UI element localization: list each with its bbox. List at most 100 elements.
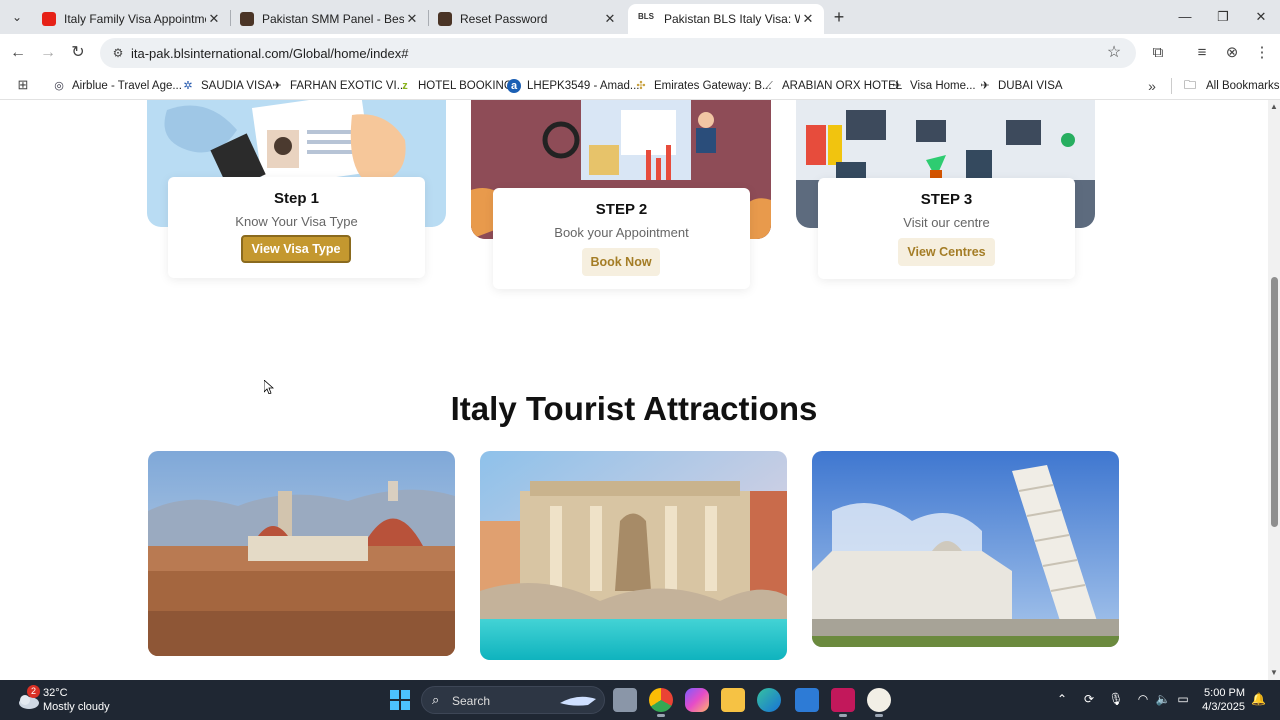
step3-description: Visit our centre [903,215,990,230]
windows-taskbar: 2 32°C Mostly cloudy ⌕ Search ⌃ ⟳ 🎙 ◠ 🔈 … [0,680,1280,720]
scrollbar-thumb[interactable] [1271,277,1278,527]
weather-condition[interactable]: Mostly cloudy [43,701,110,713]
bookmark-arabian-orx[interactable]: ⟋ ARABIAN ORX HOTEL [762,76,902,96]
search-icon: ⌕ [432,692,440,707]
amadeus-icon: a [507,79,521,93]
chrome-app-icon[interactable] [649,688,673,717]
apps-grid-icon[interactable]: ⊞ [14,76,32,94]
trevi-fountain-photo [480,451,787,660]
mouse-cursor-icon [264,380,274,394]
file-explorer-icon[interactable] [721,688,745,712]
attraction-trevi-fountain-image[interactable] [480,451,787,660]
windows-start-icon[interactable] [389,689,411,711]
emirates-icon: ✣ [636,80,646,92]
extensions-puzzle-icon[interactable]: ⧉ [1147,42,1169,64]
bookmarks-overflow-chevron-icon[interactable]: » [1144,76,1160,96]
plane-icon: ✈ [980,80,990,92]
bls-favicon-icon: BLS [638,12,654,21]
plane-icon: ✈ [272,80,282,92]
back-arrow-icon[interactable]: ← [7,42,29,64]
wifi-icon[interactable]: ◠ [1134,692,1152,706]
taskbar-search-box[interactable]: ⌕ Search [421,686,605,714]
microphone-icon[interactable]: 🎙 [1107,692,1125,706]
battery-icon[interactable]: ▭ [1174,692,1192,706]
plane-icon: ✈ [892,80,902,92]
view-centres-button[interactable]: View Centres [898,238,995,266]
reload-icon[interactable]: ↻ [67,42,89,64]
orx-icon: ⟋ [765,80,773,92]
tab-search-chevron-icon[interactable]: ⌄ [6,6,28,28]
step1-card: Step 1 Know Your Visa Type View Visa Typ… [168,177,425,278]
bookmark-dubai-visa[interactable]: ✈ DUBAI VISA [978,76,1063,96]
menu-kebab-icon[interactable]: ⋮ [1251,42,1273,64]
view-visa-type-button[interactable]: View Visa Type [241,235,351,263]
attractions-section-title: Italy Tourist Attractions [450,390,818,427]
bookmark-farhan[interactable]: ✈ FARHAN EXOTIC VI... [270,76,406,96]
copilot-icon[interactable] [685,688,709,712]
close-icon[interactable]: ✕ [404,11,420,27]
bookmark-emirates[interactable]: ✣ Emirates Gateway: B... [634,76,772,96]
close-icon[interactable]: ✕ [206,11,222,27]
tab-reset-password[interactable]: Reset Password ✕ [428,4,626,34]
scroll-down-arrow-icon[interactable]: ▼ [1270,668,1278,677]
bookmark-label: SAUDIA VISA [201,80,273,92]
minimize-icon[interactable]: — [1174,6,1196,28]
step2-description: Book your Appointment [554,225,689,240]
youtube-favicon-icon [42,12,56,26]
task-view-icon[interactable] [613,688,637,712]
recording-app-icon[interactable] [831,688,855,717]
close-icon[interactable]: ✕ [602,11,618,27]
media-controls-icon[interactable]: ≡ [1191,42,1213,64]
bookmark-saudia[interactable]: ✲ SAUDIA VISA [181,76,273,96]
smm-favicon-icon [240,12,254,26]
window-close-icon[interactable]: ✕ [1250,6,1272,28]
profile-icon[interactable]: ⊗ [1221,42,1243,64]
leaning-tower-pisa-photo [812,451,1119,647]
tray-overflow-chevron-icon[interactable]: ⌃ [1053,692,1071,706]
microsoft-store-icon[interactable] [795,688,819,712]
tab-italy-family-visa[interactable]: Italy Family Visa Appointment n ✕ [32,4,230,34]
address-bar[interactable]: ⚙ ita-pak.blsinternational.com/Global/ho… [100,38,1136,68]
t-app-icon[interactable] [867,688,891,717]
tab-title: Italy Family Visa Appointment n [64,12,206,26]
page-content: Step 1 Know Your Visa Type View Visa Typ… [0,100,1268,680]
search-highlight-plane-icon [560,696,596,706]
bookmarks-bar: ⊞ ◎ Airblue - Travel Age... ✲ SAUDIA VIS… [0,72,1280,100]
bookmark-label: Emirates Gateway: B... [654,80,772,92]
tab-smm-panel[interactable]: Pakistan SMM Panel - Best Soc ✕ [230,4,428,34]
volume-icon[interactable]: 🔈 [1154,692,1172,706]
attraction-pisa-tower-image[interactable] [812,451,1119,647]
clock-time[interactable]: 5:00 PM [1201,687,1245,699]
airblue-icon: ◎ [54,80,64,92]
bookmark-visa-home[interactable]: ✈ Visa Home... [890,76,975,96]
attraction-florence-image[interactable] [148,451,455,656]
folder-icon: 🗀 [1184,77,1197,92]
step3-card: STEP 3 Visit our centre View Centres [818,178,1075,279]
weather-temperature[interactable]: 32°C [43,687,68,699]
restore-icon[interactable]: ❐ [1212,6,1234,28]
bookmark-label: DUBAI VISA [998,80,1063,92]
book-now-button[interactable]: Book Now [582,248,660,276]
bookmark-hotel-booking[interactable]: z HOTEL BOOKING [398,76,513,96]
tab-title: Reset Password [460,12,548,26]
all-bookmarks-button[interactable]: 🗀 All Bookmarks [1184,76,1280,96]
bookmark-star-icon[interactable]: ☆ [1104,43,1124,63]
tab-bls-italy-visa[interactable]: BLS Pakistan BLS Italy Visa: Welcom ✕ [628,4,824,34]
bookmark-airblue[interactable]: ◎ Airblue - Travel Age... [52,76,182,96]
forward-arrow-icon[interactable]: → [37,42,59,64]
zl-icon: z [402,80,408,92]
weather-notification-badge: 2 [27,685,40,698]
site-info-icon[interactable]: ⚙ [110,45,126,61]
sync-icon[interactable]: ⟳ [1080,692,1098,706]
bookmark-amadeus[interactable]: a LHEPK3549 - Amad... [507,76,640,96]
tab-title: Pakistan SMM Panel - Best Soc [262,12,404,26]
scroll-up-arrow-icon[interactable]: ▲ [1270,102,1278,111]
close-icon[interactable]: ✕ [800,11,816,27]
url-text[interactable]: ita-pak.blsinternational.com/Global/home… [131,46,409,61]
clock-date[interactable]: 4/3/2025 [1198,701,1245,713]
step2-title: STEP 2 [595,201,648,218]
new-tab-plus-icon[interactable]: + [828,6,850,28]
notification-bell-icon[interactable]: 🔔 [1251,692,1266,706]
browser-toolbar: ← → ↻ ⚙ ita-pak.blsinternational.com/Glo… [0,34,1280,72]
edge-browser-icon[interactable] [757,688,781,712]
